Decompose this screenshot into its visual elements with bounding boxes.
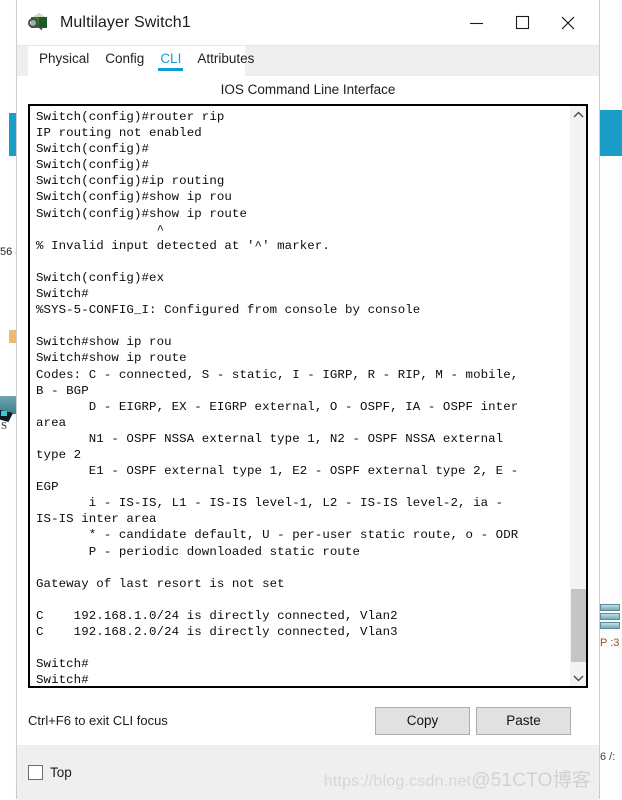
paste-button[interactable]: Paste: [476, 706, 571, 735]
close-button[interactable]: [545, 0, 591, 45]
cli-terminal-output[interactable]: Switch(config)#router rip IP routing not…: [30, 106, 569, 686]
tab-strip-background: Physical Config CLI Attributes: [17, 46, 599, 76]
dialog-bottom-bar: Top https://blog.csdn.net@51CTO博客: [17, 745, 599, 800]
background-left-marker: [9, 330, 16, 343]
cli-scrollbar[interactable]: [569, 106, 586, 686]
background-right-panel: P :3 6 /:: [599, 0, 622, 799]
watermark-handle: @51CTO博客: [471, 770, 591, 791]
tab-cli[interactable]: CLI: [158, 46, 184, 71]
background-right-accent-bar: [600, 110, 622, 156]
cli-panel: IOS Command Line Interface Switch(config…: [17, 76, 599, 745]
device-dialog-window: Multilayer Switch1 Physical Config CLI A…: [16, 0, 600, 800]
background-right-text-secondary: 6 /:: [600, 751, 616, 763]
background-left-text: 56 a: [0, 246, 16, 258]
copy-button[interactable]: Copy: [375, 706, 470, 735]
watermark: https://blog.csdn.net@51CTO博客: [324, 765, 591, 792]
cli-terminal[interactable]: Switch(config)#router rip IP routing not…: [28, 104, 588, 688]
scroll-up-button[interactable]: [570, 106, 586, 124]
window-title: Multilayer Switch1: [60, 13, 191, 31]
minimize-button[interactable]: [453, 0, 499, 45]
minimize-icon: [469, 17, 484, 29]
cli-footer: Ctrl+F6 to exit CLI focus Copy Paste: [28, 688, 588, 745]
cli-focus-hint: Ctrl+F6 to exit CLI focus: [28, 713, 168, 728]
tab-strip: Physical Config CLI Attributes: [28, 46, 254, 76]
chevron-up-icon: [573, 106, 584, 124]
tab-config[interactable]: Config: [105, 46, 144, 71]
background-device-icon: S: [0, 396, 17, 432]
scroll-down-button[interactable]: [570, 669, 586, 687]
maximize-button[interactable]: [499, 0, 545, 45]
tab-physical[interactable]: Physical: [39, 46, 89, 71]
top-checkbox[interactable]: [28, 765, 43, 780]
background-left-panel: 56 a S: [0, 0, 18, 799]
close-icon: [560, 15, 576, 31]
scrollbar-thumb[interactable]: [571, 589, 586, 662]
chevron-down-icon: [573, 669, 584, 687]
maximize-icon: [515, 15, 530, 30]
background-right-text: P :3: [600, 637, 620, 649]
top-checkbox-label: Top: [50, 765, 72, 780]
title-bar: Multilayer Switch1: [17, 0, 599, 46]
watermark-url: https://blog.csdn.net: [323, 773, 472, 790]
background-switch-icon: [600, 604, 620, 634]
switch-device-icon: [28, 12, 50, 34]
tab-attributes[interactable]: Attributes: [197, 46, 254, 71]
cli-panel-heading: IOS Command Line Interface: [220, 82, 396, 97]
